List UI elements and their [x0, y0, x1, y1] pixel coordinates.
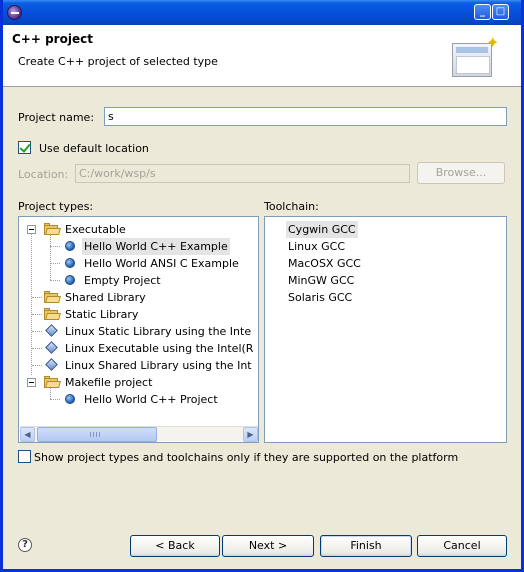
wizard-description: Create C++ project of selected type [18, 55, 218, 68]
tree-item-linux-executable[interactable]: Linux Executable using the Intel(R [19, 340, 258, 357]
folder-icon [44, 308, 61, 320]
tree-item-label: Static Library [65, 308, 139, 321]
cancel-button[interactable]: Cancel [417, 535, 507, 557]
use-default-location-label: Use default location [39, 142, 149, 155]
project-name-label: Project name: [18, 111, 95, 124]
diamond-icon [45, 341, 58, 354]
location-input[interactable]: C:/work/wsp/s [75, 164, 410, 183]
maximize-button[interactable]: □ [492, 4, 509, 20]
eclipse-app-icon [7, 5, 22, 20]
tree-item-shared-library[interactable]: Shared Library [19, 289, 258, 306]
tree-item-executable[interactable]: Executable [19, 221, 258, 238]
project-name-input[interactable]: s [104, 107, 507, 126]
folder-icon [44, 291, 61, 303]
finish-button[interactable]: Finish [320, 535, 412, 557]
diamond-icon [45, 358, 58, 371]
wizard-window: _ □ C++ project Create C++ project of se… [0, 0, 524, 572]
tree-item-hello-world-cpp-project[interactable]: Hello World C++ Project [19, 391, 258, 408]
horizontal-scrollbar[interactable]: ◀ ▶ [20, 426, 258, 442]
tree-item-label: Hello World ANSI C Example [84, 257, 239, 270]
folder-open-icon [44, 223, 61, 235]
scrollbar-thumb[interactable] [37, 427, 157, 442]
tree-item-label: Executable [65, 223, 126, 236]
toolchain-item[interactable]: Linux GCC [265, 238, 506, 255]
folder-open-icon [44, 376, 61, 388]
diamond-icon [45, 324, 58, 337]
title-bar[interactable]: _ □ [3, 0, 521, 25]
tree-item-label: Hello World C++ Project [84, 393, 218, 406]
tree-item-label: Linux Static Library using the Inte [65, 325, 252, 338]
supported-only-checkbox[interactable] [18, 450, 31, 463]
template-icon [65, 258, 75, 268]
location-label: Location: [18, 168, 69, 181]
template-icon [65, 394, 75, 404]
tree-item-hello-world-ansi-c[interactable]: Hello World ANSI C Example [19, 255, 258, 272]
tree-item-linux-shared-library[interactable]: Linux Shared Library using the Int [19, 357, 258, 374]
toolchain-item-label: MinGW GCC [288, 274, 355, 287]
template-icon [65, 275, 75, 285]
tree-item-label: Linux Executable using the Intel(R [65, 342, 254, 355]
browse-button[interactable]: Browse... [417, 162, 505, 184]
supported-only-label: Show project types and toolchains only i… [34, 451, 459, 464]
toolchain-list[interactable]: Cygwin GCC Linux GCC MacOSX GCC MinGW GC… [264, 216, 507, 443]
scroll-left-arrow-icon[interactable]: ◀ [20, 427, 35, 442]
toolchain-item[interactable]: MinGW GCC [265, 272, 506, 289]
help-icon[interactable]: ? [18, 538, 32, 552]
wizard-header: C++ project Create C++ project of select… [3, 25, 521, 87]
tree-item-empty-project[interactable]: Empty Project [19, 272, 258, 289]
tree-item-linux-static-library[interactable]: Linux Static Library using the Inte [19, 323, 258, 340]
tree-item-label: Hello World C++ Example [82, 238, 230, 255]
tree-item-label: Makefile project [65, 376, 153, 389]
minimize-button[interactable]: _ [474, 4, 491, 20]
collapse-icon[interactable] [27, 378, 36, 387]
use-default-location-checkbox[interactable] [18, 141, 31, 154]
toolchain-item[interactable]: Solaris GCC [265, 289, 506, 306]
project-types-tree[interactable]: Executable Hello World C++ Example Hello… [18, 216, 259, 443]
tree-item-hello-world-cpp[interactable]: Hello World C++ Example [19, 238, 258, 255]
tree-item-static-library[interactable]: Static Library [19, 306, 258, 323]
toolchain-item-label: Cygwin GCC [286, 221, 358, 238]
collapse-icon[interactable] [27, 225, 36, 234]
next-button[interactable]: Next > [222, 535, 314, 557]
template-icon [65, 241, 75, 251]
toolchain-item-label: Solaris GCC [288, 291, 353, 304]
tree-item-label: Shared Library [65, 291, 146, 304]
tree-item-label: Empty Project [84, 274, 161, 287]
toolchain-item-label: MacOSX GCC [288, 257, 361, 270]
tree-item-makefile-project[interactable]: Makefile project [19, 374, 258, 391]
toolchain-item-label: Linux GCC [288, 240, 346, 253]
toolchain-item[interactable]: MacOSX GCC [265, 255, 506, 272]
toolchain-item[interactable]: Cygwin GCC [265, 221, 506, 238]
scroll-right-arrow-icon[interactable]: ▶ [243, 427, 258, 442]
back-button[interactable]: < Back [130, 535, 220, 557]
new-project-wizard-icon: ✦ [452, 35, 499, 79]
tree-item-label: Linux Shared Library using the Int [65, 359, 252, 372]
toolchain-label: Toolchain: [264, 200, 319, 213]
wizard-title: C++ project [12, 32, 93, 46]
project-types-label: Project types: [18, 200, 94, 213]
